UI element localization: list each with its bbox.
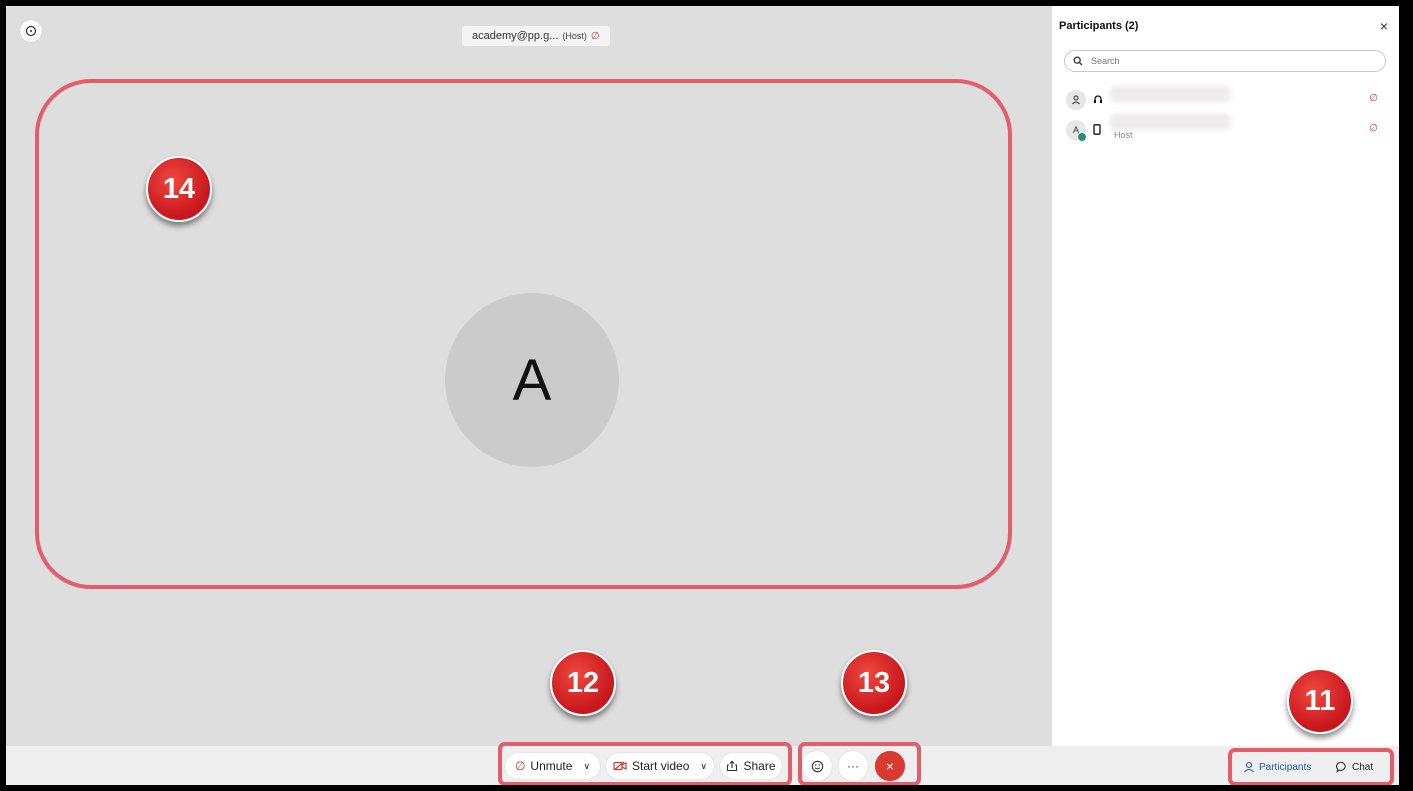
person-icon <box>1066 90 1086 110</box>
share-label: Share <box>743 759 776 773</box>
unmute-label: Unmute <box>530 759 573 773</box>
start-video-label: Start video <box>632 759 690 773</box>
headset-icon <box>1093 94 1103 107</box>
info-button[interactable] <box>20 20 42 42</box>
chat-bubble-icon <box>1336 761 1346 773</box>
participant-row[interactable]: A Host ∅ <box>1066 114 1386 144</box>
search-input[interactable] <box>1089 55 1373 67</box>
smiley-icon <box>811 760 823 772</box>
meeting-window: academy@pp.g... (Host) ∅ A 14 12 13 Part… <box>6 6 1399 785</box>
active-speaker-chip: academy@pp.g... (Host) ∅ <box>462 26 610 46</box>
callout-badge-11: 11 <box>1287 668 1353 734</box>
participant-search[interactable] <box>1064 50 1386 72</box>
callout-badge-12: 12 <box>550 650 616 716</box>
unmute-button[interactable]: ∅ Unmute ∨ <box>505 753 600 779</box>
chevron-down-icon: ∨ <box>700 760 707 771</box>
muted-mic-icon: ∅ <box>514 759 526 773</box>
close-panel-button[interactable]: × <box>1380 18 1388 34</box>
video-stage: academy@pp.g... (Host) ∅ A 14 12 13 <box>6 6 1052 746</box>
participant-avatar: A <box>445 293 619 467</box>
participant-role: Host <box>1114 130 1133 140</box>
control-bar: ∅ Unmute ∨ Start video ∨ Share ··· × Par… <box>6 742 1399 785</box>
tab-participants[interactable]: Participants <box>1243 755 1311 779</box>
blurred-name <box>1110 86 1230 102</box>
video-off-icon <box>613 761 627 771</box>
more-options-button[interactable]: ··· <box>838 751 868 781</box>
chevron-down-icon: ∨ <box>583 760 591 771</box>
muted-mic-icon: ∅ <box>1369 123 1378 134</box>
host-label: (Host) <box>562 31 587 41</box>
blurred-name <box>1110 114 1230 130</box>
muted-mic-icon: ∅ <box>1369 93 1378 104</box>
participants-tab-label: Participants <box>1259 761 1312 773</box>
participant-row[interactable]: ∅ <box>1066 86 1386 114</box>
share-icon <box>727 760 738 772</box>
leave-meeting-button[interactable]: × <box>875 751 905 781</box>
callout-badge-13: 13 <box>841 650 907 716</box>
share-button[interactable]: Share <box>720 753 782 779</box>
muted-mic-icon: ∅ <box>590 30 600 42</box>
info-icon <box>25 25 37 37</box>
tab-chat[interactable]: Chat <box>1336 755 1373 779</box>
panel-title: Participants (2) <box>1059 20 1139 32</box>
meeting-name: academy@pp.g... <box>472 30 559 42</box>
chat-tab-label: Chat <box>1352 761 1374 773</box>
participants-panel: Participants (2) × ∅ A Host ∅ <box>1052 6 1399 746</box>
callout-badge-14: 14 <box>146 156 212 222</box>
start-video-button[interactable]: Start video ∨ <box>606 753 714 779</box>
phone-icon <box>1093 124 1101 138</box>
status-dot <box>1077 132 1087 142</box>
search-icon <box>1073 56 1083 66</box>
person-icon <box>1244 761 1254 773</box>
reactions-button[interactable] <box>802 751 832 781</box>
